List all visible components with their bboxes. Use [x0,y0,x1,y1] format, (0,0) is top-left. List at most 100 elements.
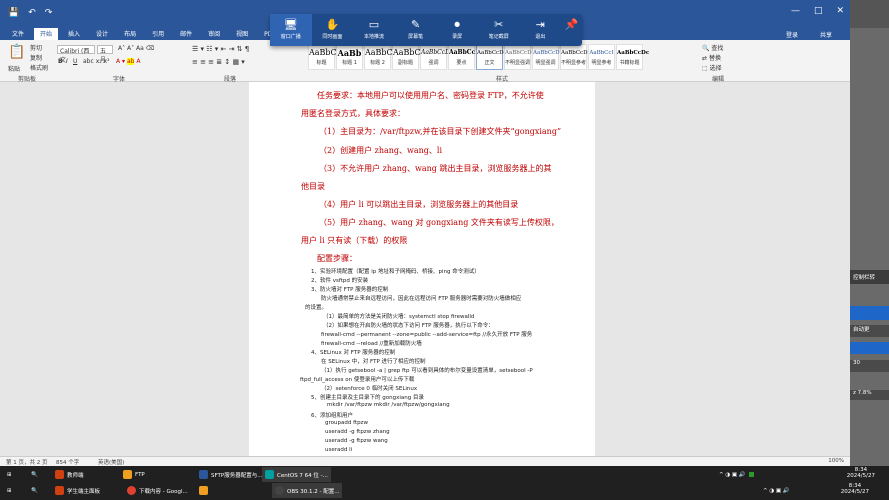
clock-2[interactable]: 8:34 2024/5/27 [841,483,869,495]
style-heading-1[interactable]: AaBb 标题 1 [336,44,363,70]
style-subtitle[interactable]: AaBbC 副标题 [392,44,421,70]
step-line: mkdir /var/ftpzw mkdir /var/ftpzw/gongxi… [327,402,450,408]
panel-item[interactable]: 自动更 [850,325,889,337]
tab-insert[interactable]: 插入 [62,28,86,40]
word-window: 💾 ↶ ↷ — □ ✕ 文件 开始 插入 设计 布局 引用 邮件 审阅 视图 P… [0,0,850,466]
font-name-select[interactable]: Calibri (西文 [57,45,95,64]
local-stream-button[interactable]: ▭ 本地推流 [353,14,395,46]
style-heading-2[interactable]: AaBbC 标题 2 [364,44,393,70]
taskbar-item[interactable]: SFTP服务器配置与... [196,467,265,482]
undo-icon[interactable]: ↶ [28,8,36,18]
redo-icon[interactable]: ↷ [45,8,53,18]
close-button[interactable]: ✕ [836,6,844,16]
clock[interactable]: 8:34 2024/5/27 [847,467,875,479]
doc-line: 任务要求：本地用户可以使用用户名、密码登录 FTP，不允许使 [317,91,544,100]
maximize-button[interactable]: □ [814,6,823,16]
panel-blue-bar-2[interactable] [850,342,889,354]
style-subtle-reference[interactable]: AaBbCcD 不明显参考 [560,44,588,70]
right-panel: 控制栏转 自动更 30 z 7.8% [850,0,889,466]
step-line: 4、SELinux 对 FTP 服务器的控制 [311,350,396,356]
doc-line: 用匿名登录方式，具体要求： [301,109,405,118]
step-line: 5、创建主目录及主目录下的 gongxiang 目录 [311,395,424,401]
taskbar-item[interactable] [196,483,211,498]
start-button[interactable]: ⊞ [4,467,15,482]
replace-button[interactable]: ⇄ 替换 [702,53,721,62]
copy-button[interactable]: 复制 [30,53,42,62]
tab-file[interactable]: 文件 [6,28,30,40]
format-painter-button[interactable]: 格式刷 [30,63,48,72]
tray-icons-2[interactable]: ^ ◑ ▣ 🔊 [760,483,793,498]
list-buttons[interactable]: ☰ ▾ ☷ ▾ ⇤ ⇥ ⇅ ¶ [192,45,249,53]
underline-button[interactable]: U [73,58,77,65]
step-line: useradd -g ftpzw zhang [325,429,390,435]
grow-font-icon[interactable]: A˄ A˅ Aa ⌫ [118,45,154,52]
record-icon: ⏺ [454,18,460,31]
bold-button[interactable]: B [58,58,63,65]
exit-icon: ⇥ [535,18,545,31]
search-icon[interactable]: 🔍 [28,467,41,482]
tray-icons[interactable]: ^ ◑ ▣ 🔊 [716,467,757,482]
share-button[interactable]: 共享 [814,29,838,40]
style-strong[interactable]: AaBbCcD 要点 [448,44,480,70]
pin-icon[interactable]: 📌 [561,14,582,46]
zoom-level[interactable]: 100% [828,458,844,464]
style-subtle-emphasis[interactable]: AaBbCcDd 不明显强调 [504,44,535,70]
taskbar-item[interactable]: 学生端主面板 [52,483,103,498]
window-controls: — □ ✕ [791,6,844,16]
step-line: 6、添加组和用户 [311,413,353,419]
panel-blue-bar[interactable] [850,306,889,320]
doc-line: （5）用户 zhang、wang 对 gongxiang 文件夹有读写上传权限， [319,218,559,227]
align-buttons[interactable]: ≡ ≡ ≡ ≣ ↕ ▦ ▾ [192,58,245,66]
tab-references[interactable]: 引用 [146,28,170,40]
step-line: firewall-cmd --reload //重新加载防火墙 [321,341,422,347]
tab-mailings[interactable]: 邮件 [174,28,198,40]
doc-line: （1）主目录为：/var/ftpzw,并在该目录下创建文件夹“gongxiang… [319,127,562,136]
tab-home[interactable]: 开始 [34,28,59,40]
tab-view[interactable]: 视图 [230,28,254,40]
font-size-select[interactable]: 五号 [97,45,113,64]
paste-button[interactable]: 粘贴 [8,64,20,73]
style-title[interactable]: AaBbC 标题 [308,44,337,70]
start-button-2[interactable]: ⊞ [4,483,15,498]
broadcast-button[interactable]: 🖥 窗口广播 [270,14,312,46]
taskbar-item[interactable]: CentOS 7 64 位 -... [262,467,331,482]
sync-screen-button[interactable]: ✋ 同时画面 [312,14,354,46]
step-line: 防火墙通常禁止来自远程访问，因此在远程访问 FTP 服务器时需要对防火墙做相应 [321,296,522,302]
tab-design[interactable]: 设计 [90,28,114,40]
login-link[interactable]: 登录 [780,29,804,40]
style-gallery: AaBbC 标题 AaBb 标题 1 AaBbC 标题 2 AaBbC 副标题 AaBb… [308,44,649,70]
font-color-icon[interactable]: A ▾ ab A [116,58,140,65]
search-icon[interactable]: 🔍 [28,483,41,498]
record-button[interactable]: ⏺ 录屏 [436,14,478,46]
paste-icon[interactable]: 📋 [8,44,25,60]
style-intense-emphasis[interactable]: AaBbCcD 明显强调 [532,44,560,70]
select-button[interactable]: ⬚ 选择 [702,63,722,72]
floating-toolbar: 🖥 窗口广播 ✋ 同时画面 ▭ 本地推流 ✎ 屏幕笔 ⏺ 录屏 ✂ 笔记截屏 ⇥ 退出 📌 [270,14,582,46]
save-icon[interactable]: 💾 [8,8,19,18]
panel-item[interactable]: 30 [850,360,889,372]
tab-layout[interactable]: 布局 [118,28,142,40]
style-normal[interactable]: AaBbCcDd 正文 [476,44,507,70]
minimize-button[interactable]: — [791,6,800,16]
style-book-title[interactable]: AaBbCcDc 书籍标题 [616,44,649,70]
screenshot-button[interactable]: ✂ 笔记截屏 [478,14,520,46]
doc-line: （3）不允许用户 zhang、wang 跳出主目录，浏览服务器上的其 [319,164,552,173]
tab-review[interactable]: 审阅 [202,28,226,40]
italic-button[interactable]: I [66,58,68,65]
taskbar-item[interactable]: FTP [120,467,148,482]
taskbar-item[interactable]: 下载内容 - Googl... [124,483,191,498]
cut-button[interactable]: 剪切 [30,43,42,52]
style-intense-reference[interactable]: AaBbCcI 明显参考 [588,44,615,70]
style-emphasis[interactable]: AaBbCcD 强调 [420,44,450,70]
document-page[interactable]: 任务要求：本地用户可以使用用户名、密码登录 FTP，不允许使 用匿名登录方式，具… [249,82,595,456]
exit-button[interactable]: ⇥ 退出 [520,14,562,46]
strikethrough-button[interactable]: abc x₂ x² [83,58,110,65]
screen-pen-button[interactable]: ✎ 屏幕笔 [395,14,437,46]
taskbar-item[interactable]: 教师端 [52,467,87,482]
word-count[interactable]: 854 个字 [56,458,79,466]
page-count[interactable]: 第 1 页，共 2 页 [6,458,48,466]
find-button[interactable]: 🔍 查找 [702,43,723,52]
step-line: ftpd_full_access on 使登录用户可以上传下载 [300,377,415,383]
taskbar-item[interactable]: OBS 30.1.2 - 配置... [272,483,343,498]
language[interactable]: 英语(美国) [98,458,124,466]
